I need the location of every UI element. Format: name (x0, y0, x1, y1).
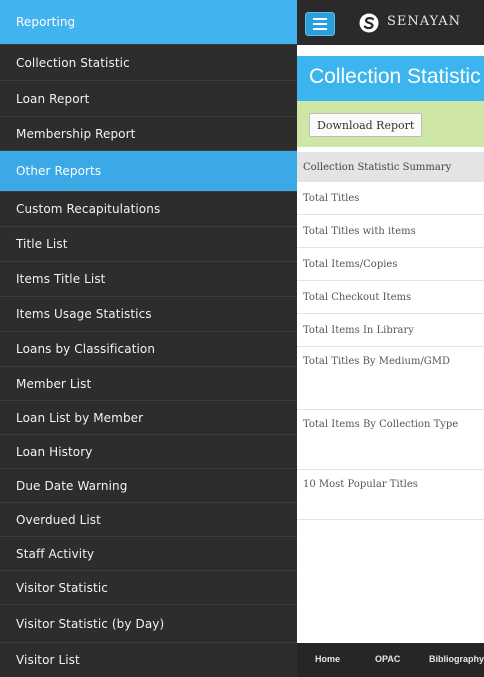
sidebar-item-overdued-list[interactable]: Overdued List (0, 503, 297, 537)
sidebar-item-custom-recapitulations[interactable]: Custom Recapitulations (0, 192, 297, 227)
sidebar-item-loans-by-classification[interactable]: Loans by Classification (0, 332, 297, 367)
sidebar-item-items-usage-statistics[interactable]: Items Usage Statistics (0, 297, 297, 332)
sidebar-item-label: Staff Activity (16, 546, 95, 561)
sidebar-item-collection-statistic[interactable]: Collection Statistic (0, 45, 297, 81)
sidebar-item-label: Visitor Statistic (16, 580, 108, 595)
sidebar-item-items-title-list[interactable]: Items Title List (0, 262, 297, 297)
table-row: Total Titles By Medium/GMD (297, 347, 484, 410)
sidebar-item-label: Collection Statistic (16, 55, 130, 70)
table-row: Total Items In Library (297, 314, 484, 347)
sidebar-item-label: Items Usage Statistics (16, 307, 152, 321)
sidebar-item-label: Custom Recapitulations (16, 202, 161, 216)
sidebar-item-staff-activity[interactable]: Staff Activity (0, 537, 297, 571)
sidebar-item-visitor-list[interactable]: Visitor List (0, 643, 297, 677)
table-row: Total Items/Copies (297, 248, 484, 281)
page-header: Collection Statistic (297, 56, 484, 101)
sidebar-item-member-list[interactable]: Member List (0, 367, 297, 401)
download-report-button[interactable]: Download Report (309, 113, 423, 137)
table-row: Total Checkout Items (297, 281, 484, 314)
footer-link-opac[interactable]: OPAC (375, 654, 400, 664)
sidebar-item-label: Title List (16, 237, 68, 251)
sidebar-item-title-list[interactable]: Title List (0, 227, 297, 262)
sidebar-item-loan-history[interactable]: Loan History (0, 435, 297, 469)
summary-header: Collection Statistic Summary (297, 152, 484, 182)
table-row: Total Titles (297, 182, 484, 215)
sidebar-item-label: Visitor List (16, 653, 80, 667)
sidebar-item-loan-list-by-member[interactable]: Loan List by Member (0, 401, 297, 435)
sidebar-item-label: Overdued List (16, 512, 101, 527)
sidebar-section-other-reports[interactable]: Other Reports (0, 151, 297, 192)
footer-link-bibliography[interactable]: Bibliography (429, 654, 484, 664)
sidebar-item-label: Membership Report (16, 126, 136, 141)
sidebar-item-label: Loan Report (16, 91, 90, 106)
sidebar-item-label: Member List (16, 376, 92, 391)
sidebar-item-label: Items Title List (16, 272, 106, 286)
action-bar: Download Report (297, 101, 484, 147)
page-title: Collection Statistic (309, 65, 481, 88)
table-row: 10 Most Popular Titles (297, 470, 484, 520)
sidebar-item-visitor-statistic[interactable]: Visitor Statistic (0, 571, 297, 605)
hamburger-icon[interactable] (305, 12, 335, 36)
sidebar-item-visitor-statistic-by-day[interactable]: Visitor Statistic (by Day) (0, 605, 297, 643)
footer-link-home[interactable]: Home (315, 654, 340, 664)
table-row: Total Titles with items (297, 215, 484, 248)
sidebar-section-reporting[interactable]: Reporting (0, 0, 297, 45)
sidebar-item-label: Other Reports (16, 164, 102, 178)
sidebar-item-label: Reporting (16, 15, 76, 29)
top-bar: SENAYAN (297, 0, 484, 45)
sidebar-item-membership-report[interactable]: Membership Report (0, 117, 297, 151)
sidebar-item-label: Loan History (16, 444, 93, 459)
senayan-logo-icon[interactable] (359, 13, 379, 33)
brand-name[interactable]: SENAYAN (387, 14, 461, 29)
sidebar-item-label: Loan List by Member (16, 410, 144, 425)
footer-nav: Home OPAC Bibliography (297, 643, 484, 677)
sidebar-item-loan-report[interactable]: Loan Report (0, 81, 297, 117)
table-row: Total Items By Collection Type (297, 410, 484, 470)
sidebar-item-label: Visitor Statistic (by Day) (16, 616, 165, 631)
report-table: Collection Statistic Summary Total Title… (297, 152, 484, 520)
sidebar-item-label: Loans by Classification (16, 342, 156, 356)
sidebar-item-due-date-warning[interactable]: Due Date Warning (0, 469, 297, 503)
sidebar: Reporting Collection Statistic Loan Repo… (0, 0, 297, 677)
sidebar-item-label: Due Date Warning (16, 478, 128, 493)
